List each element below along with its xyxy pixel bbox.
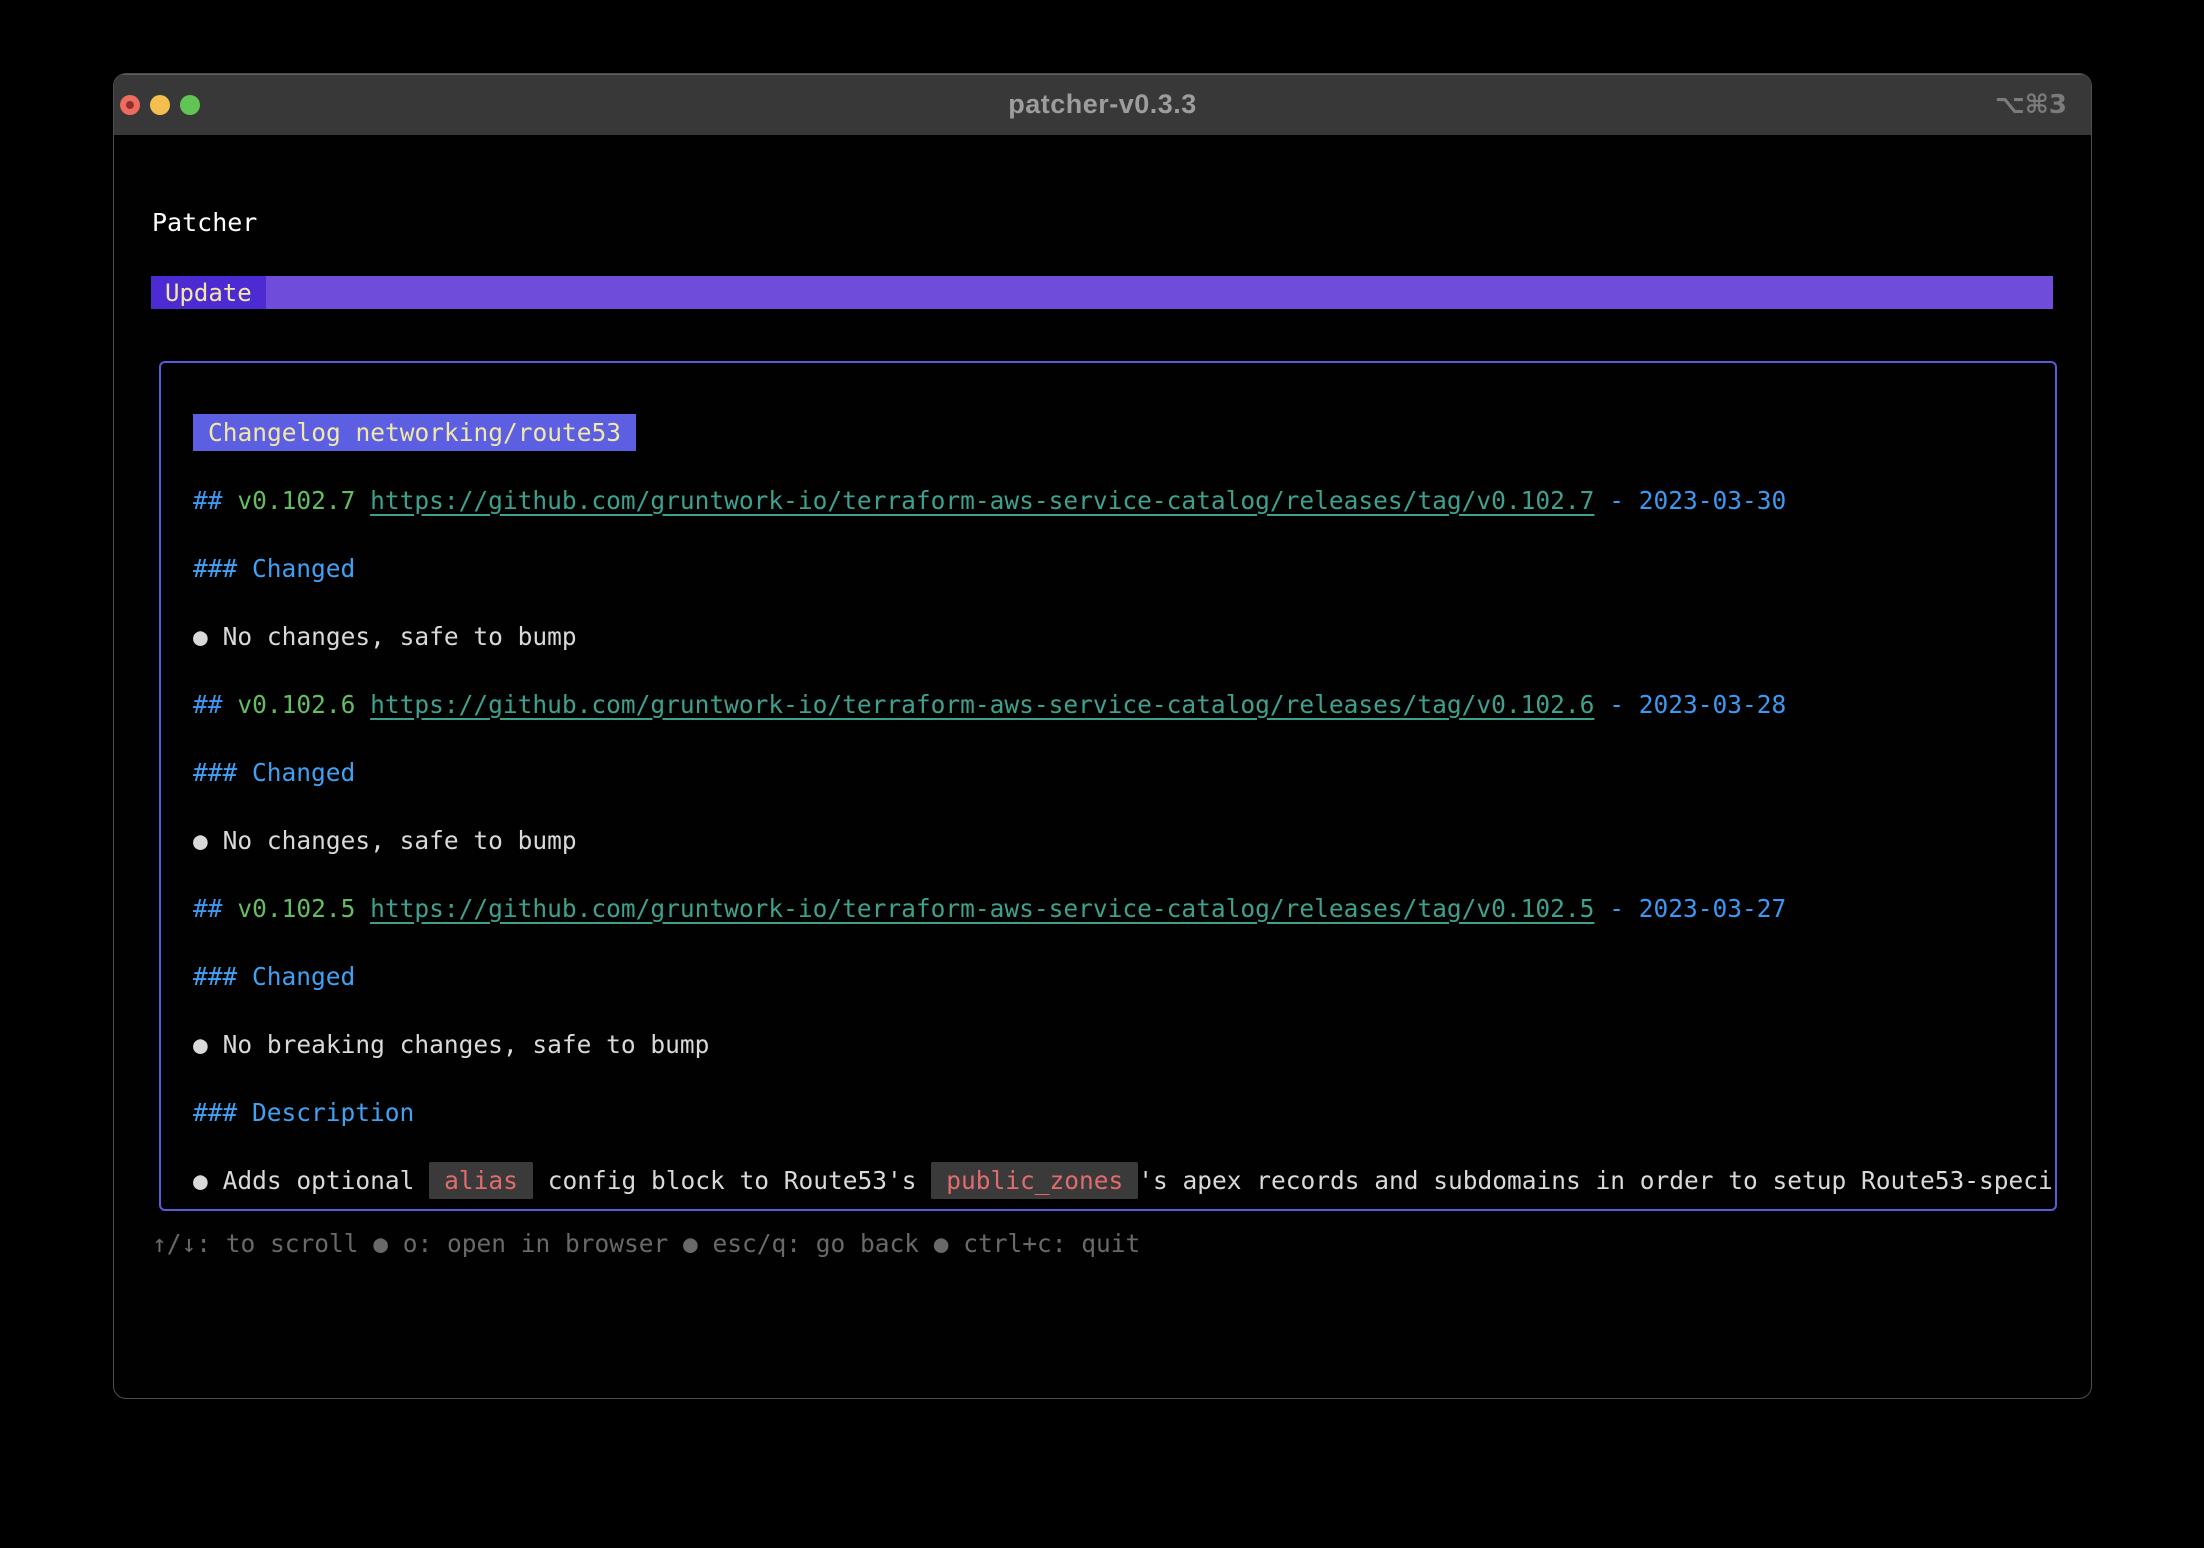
bullet-icon: ● (193, 1030, 208, 1059)
release-date: 2023-03-28 (1639, 690, 1787, 719)
section-heading: ### Changed (193, 554, 355, 583)
release-heading-line: ## v0.102.5 https://github.com/gruntwork… (193, 874, 2027, 942)
date-separator: - (1609, 690, 1624, 719)
release-link[interactable]: https://github.com/gruntwork-io/terrafor… (370, 486, 1594, 515)
terminal-window: patcher-v0.3.3 ⌥⌘3 Patcher Update Change… (113, 73, 2092, 1399)
description-text-suffix: 's apex records and subdomains in order … (1138, 1166, 2057, 1195)
zoom-button[interactable] (180, 95, 200, 115)
close-button[interactable] (120, 95, 140, 115)
window-title: patcher-v0.3.3 (1008, 89, 1197, 120)
bullet-text: No changes, safe to bump (223, 826, 577, 855)
h2-marker: ## (193, 894, 223, 923)
traffic-lights (120, 74, 200, 135)
date-separator: - (1609, 486, 1624, 515)
minimize-button[interactable] (150, 95, 170, 115)
release-version: v0.102.5 (237, 894, 355, 923)
bullet-line: ● No changes, safe to bump (193, 806, 2027, 874)
changelog-badge: Changelog networking/route53 (193, 414, 636, 451)
bullet-text: No changes, safe to bump (223, 622, 577, 651)
tab-bar: Update (151, 276, 2053, 309)
release-link[interactable]: https://github.com/gruntwork-io/terrafor… (370, 894, 1594, 923)
section-heading: ### Changed (193, 962, 355, 991)
changelog-viewport[interactable]: Changelog networking/route53 ## v0.102.7… (159, 361, 2057, 1211)
description-text-prefix: Adds optional (223, 1166, 415, 1195)
app-heading: Patcher (152, 208, 257, 237)
h2-marker: ## (193, 486, 223, 515)
bullet-icon: ● (193, 826, 208, 855)
release-heading-line: ## v0.102.6 https://github.com/gruntwork… (193, 670, 2027, 738)
inline-code-public-zones: public_zones (931, 1162, 1138, 1199)
bullet-text: No breaking changes, safe to bump (223, 1030, 710, 1059)
bullet-line: ● No breaking changes, safe to bump (193, 1010, 2027, 1078)
window-titlebar[interactable]: patcher-v0.3.3 ⌥⌘3 (114, 74, 2091, 135)
section-heading-line: ### Description (193, 1078, 2027, 1146)
tab-shortcut-indicator: ⌥⌘3 (1995, 90, 2067, 120)
release-date: 2023-03-27 (1639, 894, 1787, 923)
release-date: 2023-03-30 (1639, 486, 1787, 515)
section-heading-line: ### Changed (193, 738, 2027, 806)
release-link[interactable]: https://github.com/gruntwork-io/terrafor… (370, 690, 1594, 719)
changelog-badge-row: Changelog networking/route53 (193, 398, 2027, 466)
section-heading: ### Changed (193, 758, 355, 787)
release-version: v0.102.6 (237, 690, 355, 719)
release-heading-line: ## v0.102.7 https://github.com/gruntwork… (193, 466, 2027, 534)
description-bullet-line: ● Adds optional alias config block to Ro… (193, 1146, 2027, 1211)
date-separator: - (1609, 894, 1624, 923)
bullet-icon: ● (193, 622, 208, 651)
tab-update[interactable]: Update (151, 276, 266, 309)
release-version: v0.102.7 (237, 486, 355, 515)
description-text-middle: config block to Route53's (548, 1166, 917, 1195)
section-heading-line: ### Changed (193, 942, 2027, 1010)
section-heading-line: ### Changed (193, 534, 2027, 602)
section-heading: ### Description (193, 1098, 414, 1127)
bullet-icon: ● (193, 1166, 208, 1195)
help-footer: ↑/↓: to scroll ● o: open in browser ● es… (152, 1229, 1140, 1258)
modified-indicator-icon (126, 101, 134, 109)
inline-code-alias: alias (429, 1162, 533, 1199)
h2-marker: ## (193, 690, 223, 719)
bullet-line: ● No changes, safe to bump (193, 602, 2027, 670)
